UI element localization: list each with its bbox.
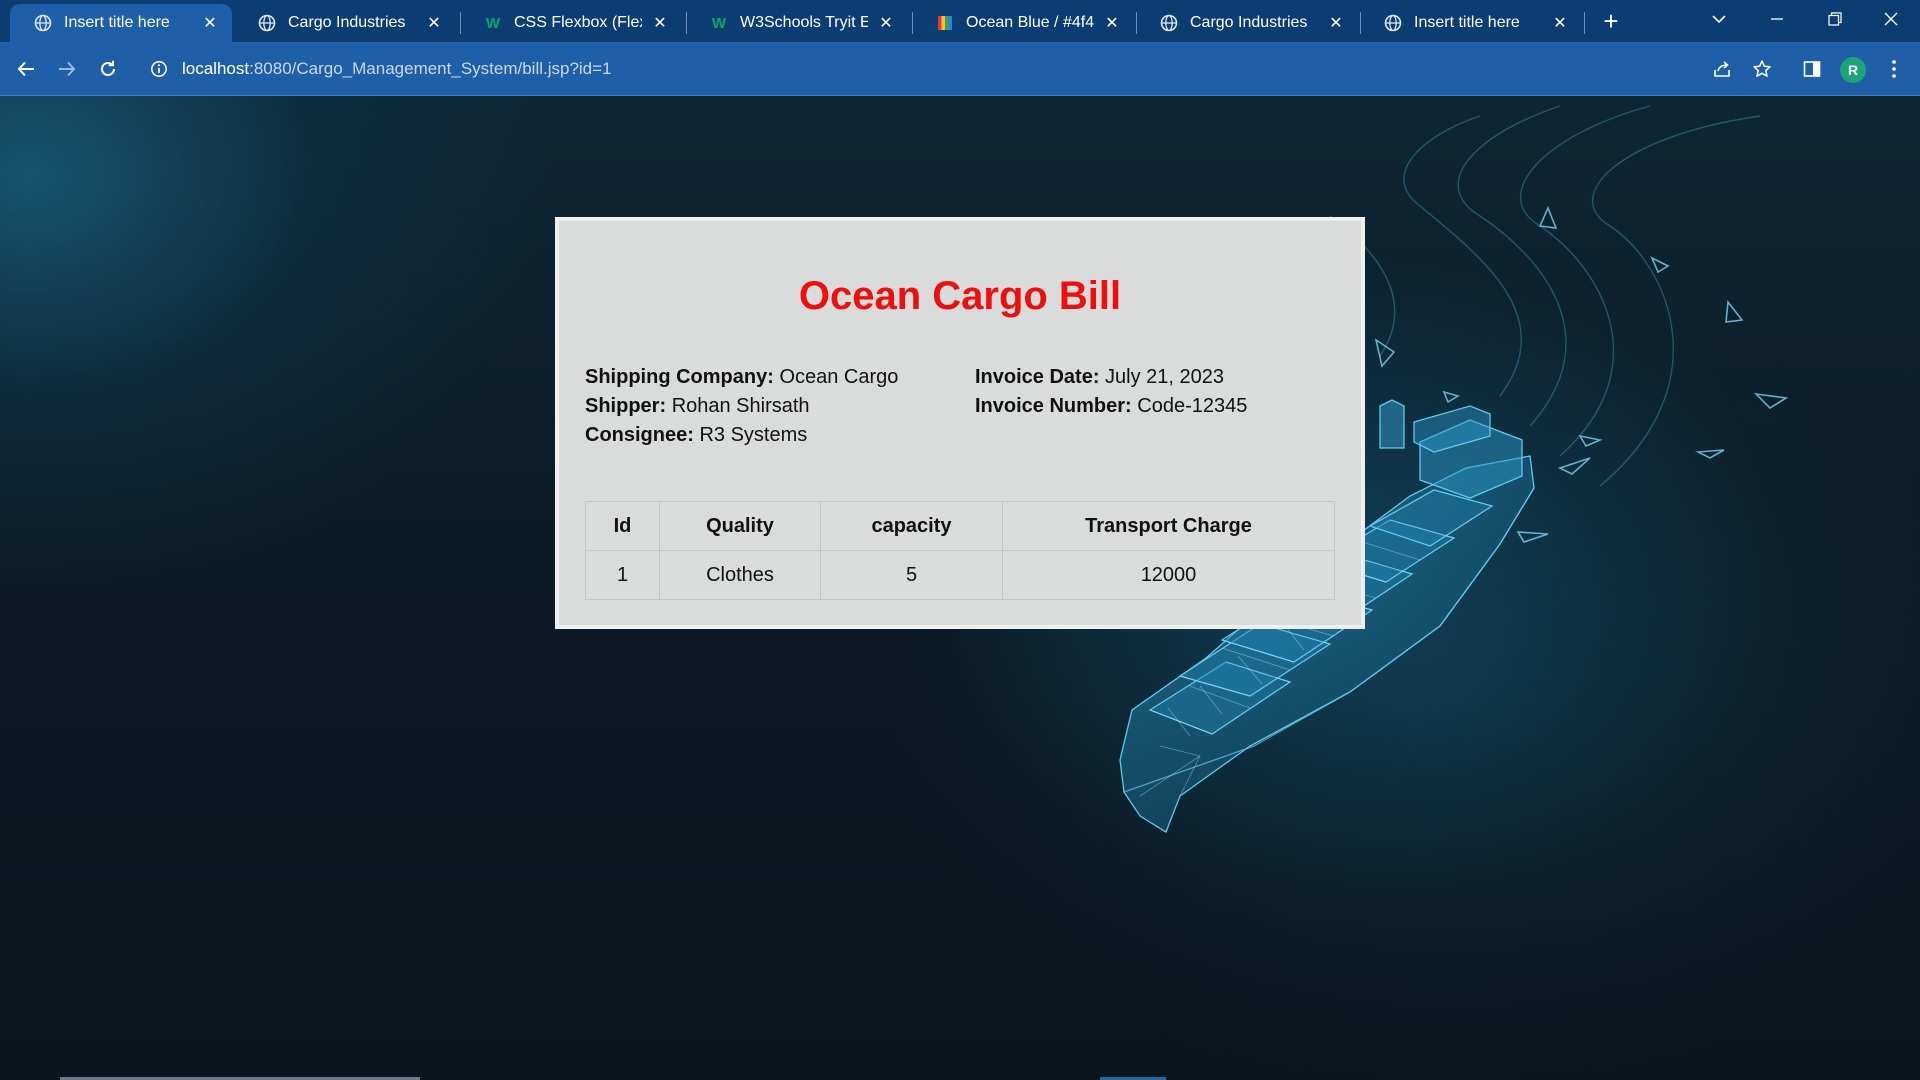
tab-search-button[interactable]	[1690, 0, 1748, 38]
cargo-items-table: Id Quality capacity Transport Charge 1 C…	[585, 501, 1335, 600]
column-header-transport-charge: Transport Charge	[1002, 501, 1335, 551]
shipping-company-label: Shipping Company:	[585, 366, 774, 388]
invoice-number-line: Invoice Number: Code-12345	[975, 392, 1247, 421]
new-tab-button[interactable]: +	[1598, 8, 1624, 34]
shipper-label: Shipper:	[585, 395, 667, 417]
tab-insert-title-here[interactable]: Insert title here ✕	[10, 4, 232, 42]
invoice-number-label: Invoice Number:	[975, 395, 1132, 417]
tab-title: Ocean Blue / #4f42b5	[966, 14, 1094, 31]
table-header-row: Id Quality capacity Transport Charge	[585, 501, 1335, 551]
minimize-button[interactable]	[1748, 0, 1806, 38]
browser-toolbar: localhost:8080/Cargo_Management_System/b…	[0, 42, 1920, 96]
tab-cargo-industries-2[interactable]: Cargo Industries ✕	[1136, 4, 1358, 42]
chevron-down-icon	[1712, 15, 1726, 24]
close-icon[interactable]: ✕	[650, 13, 670, 33]
cell-id: 1	[585, 550, 660, 600]
color-palette-icon	[936, 14, 954, 32]
tab-ocean-blue[interactable]: Ocean Blue / #4f42b5 ✕	[912, 4, 1134, 42]
invoice-date-label: Invoice Date:	[975, 366, 1100, 388]
cell-transport-charge: 12000	[1002, 550, 1335, 600]
reload-button[interactable]	[92, 53, 124, 85]
back-button[interactable]	[10, 53, 42, 85]
bookmark-button[interactable]	[1748, 55, 1776, 83]
close-icon[interactable]: ✕	[1102, 13, 1122, 33]
address-bar[interactable]: localhost:8080/Cargo_Management_System/b…	[136, 48, 1752, 90]
close-window-button[interactable]	[1862, 0, 1920, 38]
profile-avatar[interactable]: R	[1840, 57, 1866, 83]
cell-capacity: 5	[820, 550, 1003, 600]
invoice-date-value: July 21, 2023	[1105, 366, 1225, 388]
globe-icon	[258, 14, 276, 32]
w3schools-icon: W	[711, 14, 727, 32]
shipper-value: Rohan Shirsath	[671, 395, 810, 417]
arrow-right-icon	[59, 61, 76, 77]
consignee-line: Consignee: R3 Systems	[585, 421, 898, 450]
column-header-id: Id	[585, 501, 660, 551]
w3schools-icon: W	[485, 14, 501, 32]
globe-icon	[1384, 14, 1402, 32]
close-icon[interactable]: ✕	[876, 13, 896, 33]
page-title: Ocean Cargo Bill	[798, 274, 1122, 318]
forward-button[interactable]	[51, 53, 83, 85]
side-panel-icon	[1803, 61, 1821, 77]
star-icon	[1753, 60, 1771, 77]
tab-title: W3Schools Tryit Edito	[740, 14, 868, 31]
shipping-company-value: Ocean Cargo	[779, 366, 899, 388]
menu-button[interactable]	[1880, 55, 1908, 83]
close-icon	[1884, 12, 1898, 26]
consignee-label: Consignee:	[585, 424, 694, 446]
close-icon[interactable]: ✕	[1326, 13, 1346, 33]
restore-icon	[1828, 12, 1842, 26]
tab-title: CSS Flexbox (Flexible	[514, 14, 642, 31]
tab-title: Insert title here	[1414, 14, 1520, 31]
page-viewport: Ocean Cargo Bill Shipping Company: Ocean…	[0, 96, 1920, 1080]
url-text[interactable]: localhost:8080/Cargo_Management_System/b…	[182, 59, 612, 79]
column-header-quality: Quality	[659, 501, 821, 551]
share-icon	[1714, 61, 1730, 77]
tab-w3schools-tryit[interactable]: W W3Schools Tryit Edito ✕	[686, 4, 908, 42]
more-vert-icon	[1892, 60, 1896, 78]
tab-title: Cargo Industries	[288, 14, 406, 31]
info-icon[interactable]	[150, 60, 168, 78]
cell-quality: Clothes	[659, 550, 821, 600]
tab-title: Cargo Industries	[1190, 14, 1308, 31]
share-button[interactable]	[1708, 55, 1736, 83]
tab-title: Insert title here	[64, 14, 170, 31]
url-host: localhost	[182, 59, 250, 78]
close-icon[interactable]: ✕	[424, 13, 444, 33]
tab-separator	[1584, 12, 1585, 34]
side-panel-button[interactable]	[1798, 55, 1826, 83]
shipping-company-line: Shipping Company: Ocean Cargo	[585, 363, 898, 392]
tab-cargo-industries[interactable]: Cargo Industries ✕	[234, 4, 456, 42]
column-header-capacity: capacity	[820, 501, 1003, 551]
table-row: 1 Clothes 5 12000	[585, 550, 1335, 600]
consignee-value: R3 Systems	[699, 424, 808, 446]
restore-button[interactable]	[1806, 0, 1864, 38]
tab-strip: Insert title here ✕ Cargo Industries ✕ W…	[0, 0, 1920, 42]
globe-icon	[34, 14, 52, 32]
arrow-left-icon	[17, 61, 34, 77]
bill-card: Ocean Cargo Bill Shipping Company: Ocean…	[555, 217, 1365, 629]
tab-css-flexbox[interactable]: W CSS Flexbox (Flexible ✕	[460, 4, 682, 42]
shipper-line: Shipper: Rohan Shirsath	[585, 392, 898, 421]
tab-insert-title-here-2[interactable]: Insert title here ✕	[1360, 4, 1582, 42]
close-icon[interactable]: ✕	[200, 13, 220, 33]
shipping-details: Shipping Company: Ocean Cargo Shipper: R…	[585, 363, 898, 450]
invoice-number-value: Code-12345	[1137, 395, 1248, 417]
minimize-icon	[1771, 18, 1783, 20]
close-icon[interactable]: ✕	[1550, 13, 1570, 33]
invoice-date-line: Invoice Date: July 21, 2023	[975, 363, 1247, 392]
globe-icon	[1160, 14, 1178, 32]
url-path: :8080/Cargo_Management_System/bill.jsp?i…	[249, 59, 612, 78]
invoice-details: Invoice Date: July 21, 2023 Invoice Numb…	[975, 363, 1247, 421]
reload-icon	[101, 60, 115, 76]
